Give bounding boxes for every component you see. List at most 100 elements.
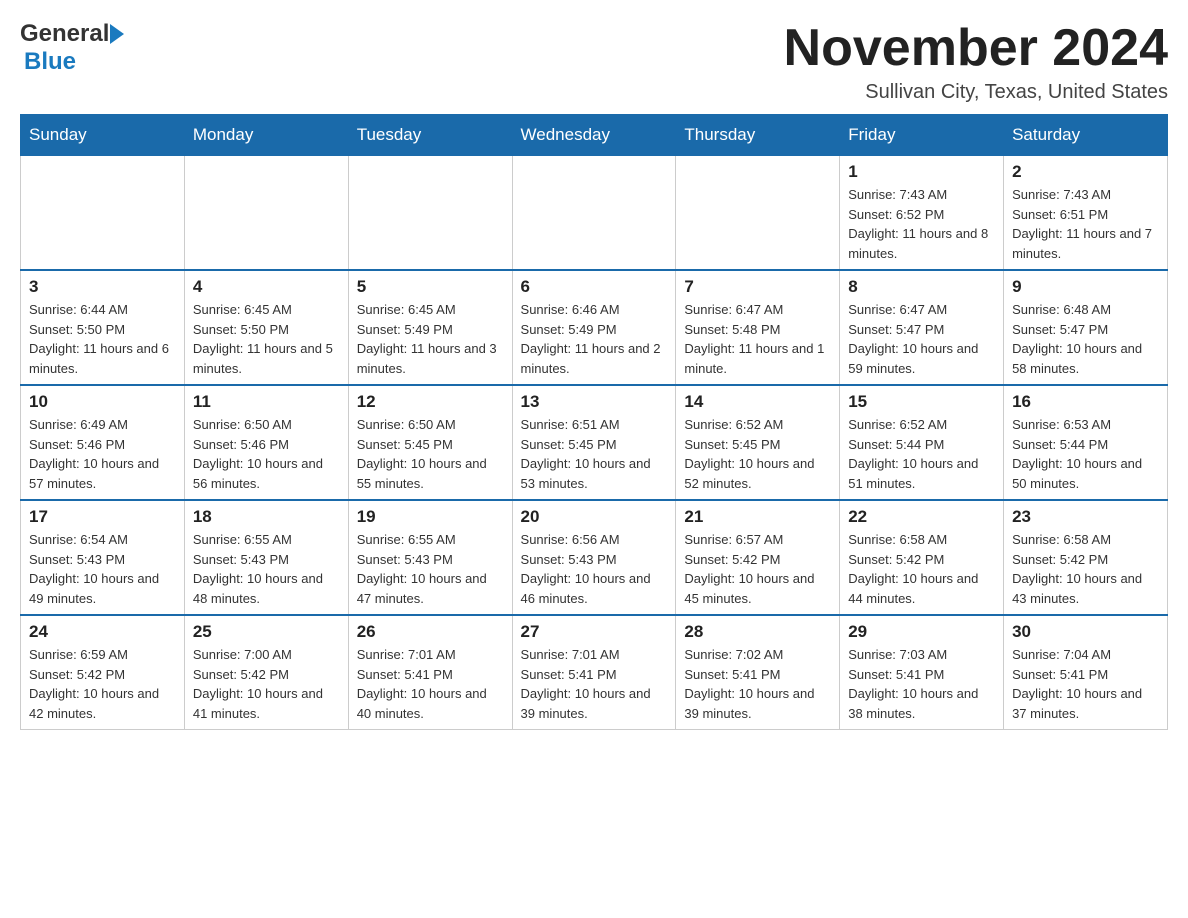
day-info: Sunrise: 7:00 AMSunset: 5:42 PMDaylight:… (193, 645, 340, 723)
calendar-cell: 20Sunrise: 6:56 AMSunset: 5:43 PMDayligh… (512, 500, 676, 615)
calendar-cell: 17Sunrise: 6:54 AMSunset: 5:43 PMDayligh… (21, 500, 185, 615)
logo-arrow-icon (110, 24, 124, 44)
calendar-cell: 5Sunrise: 6:45 AMSunset: 5:49 PMDaylight… (348, 270, 512, 385)
day-number: 3 (29, 277, 176, 297)
day-number: 22 (848, 507, 995, 527)
calendar-cell: 24 Sunrise: 6:59 AMSunset: 5:42 PMDayligh… (21, 615, 185, 730)
day-number: 13 (521, 392, 668, 412)
day-info: Sunrise: 6:48 AMSunset: 5:47 PMDaylight:… (1012, 300, 1159, 378)
day-info: Sunrise: 7:03 AMSunset: 5:41 PMDaylight:… (848, 645, 995, 723)
day-info: Sunrise: 6:51 AMSunset: 5:45 PMDaylight:… (521, 415, 668, 493)
day-number: 28 (684, 622, 831, 642)
day-info: Sunrise: 6:50 AMSunset: 5:46 PMDaylight:… (193, 415, 340, 493)
calendar-cell: 6 Sunrise: 6:46 AMSunset: 5:49 PMDaylight… (512, 270, 676, 385)
weekday-header-row: SundayMondayTuesdayWednesdayThursdayFrid… (21, 115, 1168, 156)
day-number: 11 (193, 392, 340, 412)
logo-blue-text: Blue (24, 48, 76, 75)
calendar-cell (184, 156, 348, 271)
day-info: Sunrise: 6:52 AMSunset: 5:44 PMDaylight:… (848, 415, 995, 493)
calendar-week-row: 3 Sunrise: 6:44 AMSunset: 5:50 PMDaylight… (21, 270, 1168, 385)
day-number: 26 (357, 622, 504, 642)
weekday-header-tuesday: Tuesday (348, 115, 512, 156)
day-number: 14 (684, 392, 831, 412)
day-info: Sunrise: 6:54 AMSunset: 5:43 PMDaylight:… (29, 530, 176, 608)
calendar-cell: 13 Sunrise: 6:51 AMSunset: 5:45 PMDayligh… (512, 385, 676, 500)
weekday-header-saturday: Saturday (1004, 115, 1168, 156)
calendar-cell: 26 Sunrise: 7:01 AMSunset: 5:41 PMDayligh… (348, 615, 512, 730)
calendar-cell: 7Sunrise: 6:47 AMSunset: 5:48 PMDaylight… (676, 270, 840, 385)
day-number: 20 (521, 507, 668, 527)
day-number: 24 (29, 622, 176, 642)
location-subtitle: Sullivan City, Texas, United States (784, 81, 1168, 104)
calendar-cell: 14Sunrise: 6:52 AMSunset: 5:45 PMDayligh… (676, 385, 840, 500)
day-number: 19 (357, 507, 504, 527)
day-number: 15 (848, 392, 995, 412)
day-info: Sunrise: 7:04 AMSunset: 5:41 PMDaylight:… (1012, 645, 1159, 723)
calendar-cell (676, 156, 840, 271)
weekday-header-sunday: Sunday (21, 115, 185, 156)
calendar-cell: 18Sunrise: 6:55 AMSunset: 5:43 PMDayligh… (184, 500, 348, 615)
calendar-cell: 3 Sunrise: 6:44 AMSunset: 5:50 PMDaylight… (21, 270, 185, 385)
day-info: Sunrise: 6:47 AMSunset: 5:47 PMDaylight:… (848, 300, 995, 378)
calendar-cell: 29 Sunrise: 7:03 AMSunset: 5:41 PMDayligh… (840, 615, 1004, 730)
day-info: Sunrise: 6:45 AMSunset: 5:49 PMDaylight:… (357, 300, 504, 378)
calendar-cell (348, 156, 512, 271)
calendar-cell: 15 Sunrise: 6:52 AMSunset: 5:44 PMDayligh… (840, 385, 1004, 500)
calendar-week-row: 17Sunrise: 6:54 AMSunset: 5:43 PMDayligh… (21, 500, 1168, 615)
day-number: 6 (521, 277, 668, 297)
day-number: 1 (848, 162, 995, 182)
page-header: General Blue November 2024 Sullivan City… (20, 20, 1168, 104)
calendar-table: SundayMondayTuesdayWednesdayThursdayFrid… (20, 114, 1168, 730)
calendar-cell: 2 Sunrise: 7:43 AMSunset: 6:51 PMDaylight… (1004, 156, 1168, 271)
calendar-week-row: 10Sunrise: 6:49 AMSunset: 5:46 PMDayligh… (21, 385, 1168, 500)
day-number: 23 (1012, 507, 1159, 527)
calendar-cell: 12 Sunrise: 6:50 AMSunset: 5:45 PMDayligh… (348, 385, 512, 500)
calendar-cell: 10Sunrise: 6:49 AMSunset: 5:46 PMDayligh… (21, 385, 185, 500)
logo-general-text: General (20, 20, 109, 48)
day-number: 25 (193, 622, 340, 642)
day-number: 7 (684, 277, 831, 297)
weekday-header-friday: Friday (840, 115, 1004, 156)
day-number: 12 (357, 392, 504, 412)
weekday-header-wednesday: Wednesday (512, 115, 676, 156)
day-number: 9 (1012, 277, 1159, 297)
day-number: 30 (1012, 622, 1159, 642)
day-info: Sunrise: 6:58 AMSunset: 5:42 PMDaylight:… (848, 530, 995, 608)
day-info: Sunrise: 6:58 AMSunset: 5:42 PMDaylight:… (1012, 530, 1159, 608)
calendar-cell: 28Sunrise: 7:02 AMSunset: 5:41 PMDayligh… (676, 615, 840, 730)
calendar-cell: 25 Sunrise: 7:00 AMSunset: 5:42 PMDayligh… (184, 615, 348, 730)
day-number: 21 (684, 507, 831, 527)
weekday-header-thursday: Thursday (676, 115, 840, 156)
day-info: Sunrise: 7:01 AMSunset: 5:41 PMDaylight:… (357, 645, 504, 723)
day-number: 16 (1012, 392, 1159, 412)
day-info: Sunrise: 6:49 AMSunset: 5:46 PMDaylight:… (29, 415, 176, 493)
day-info: Sunrise: 6:46 AMSunset: 5:49 PMDaylight:… (521, 300, 668, 378)
calendar-cell: 27 Sunrise: 7:01 AMSunset: 5:41 PMDayligh… (512, 615, 676, 730)
day-info: Sunrise: 6:44 AMSunset: 5:50 PMDaylight:… (29, 300, 176, 378)
calendar-cell: 11 Sunrise: 6:50 AMSunset: 5:46 PMDayligh… (184, 385, 348, 500)
day-number: 2 (1012, 162, 1159, 182)
day-number: 4 (193, 277, 340, 297)
day-number: 29 (848, 622, 995, 642)
day-info: Sunrise: 6:59 AMSunset: 5:42 PMDaylight:… (29, 645, 176, 723)
calendar-cell: 1 Sunrise: 7:43 AMSunset: 6:52 PMDaylight… (840, 156, 1004, 271)
day-number: 18 (193, 507, 340, 527)
day-info: Sunrise: 6:57 AMSunset: 5:42 PMDaylight:… (684, 530, 831, 608)
calendar-week-row: 24 Sunrise: 6:59 AMSunset: 5:42 PMDayligh… (21, 615, 1168, 730)
day-info: Sunrise: 7:01 AMSunset: 5:41 PMDaylight:… (521, 645, 668, 723)
calendar-cell: 19 Sunrise: 6:55 AMSunset: 5:43 PMDayligh… (348, 500, 512, 615)
calendar-cell: 23 Sunrise: 6:58 AMSunset: 5:42 PMDayligh… (1004, 500, 1168, 615)
calendar-cell: 8Sunrise: 6:47 AMSunset: 5:47 PMDaylight… (840, 270, 1004, 385)
title-area: November 2024 Sullivan City, Texas, Unit… (784, 20, 1168, 104)
day-number: 27 (521, 622, 668, 642)
day-info: Sunrise: 6:50 AMSunset: 5:45 PMDaylight:… (357, 415, 504, 493)
calendar-cell (512, 156, 676, 271)
day-info: Sunrise: 6:55 AMSunset: 5:43 PMDaylight:… (357, 530, 504, 608)
day-info: Sunrise: 6:45 AMSunset: 5:50 PMDaylight:… (193, 300, 340, 378)
day-info: Sunrise: 7:43 AMSunset: 6:52 PMDaylight:… (848, 185, 995, 263)
logo: General Blue (20, 20, 125, 76)
day-info: Sunrise: 7:43 AMSunset: 6:51 PMDaylight:… (1012, 185, 1159, 263)
calendar-cell: 9 Sunrise: 6:48 AMSunset: 5:47 PMDaylight… (1004, 270, 1168, 385)
calendar-cell: 30 Sunrise: 7:04 AMSunset: 5:41 PMDayligh… (1004, 615, 1168, 730)
day-info: Sunrise: 6:53 AMSunset: 5:44 PMDaylight:… (1012, 415, 1159, 493)
